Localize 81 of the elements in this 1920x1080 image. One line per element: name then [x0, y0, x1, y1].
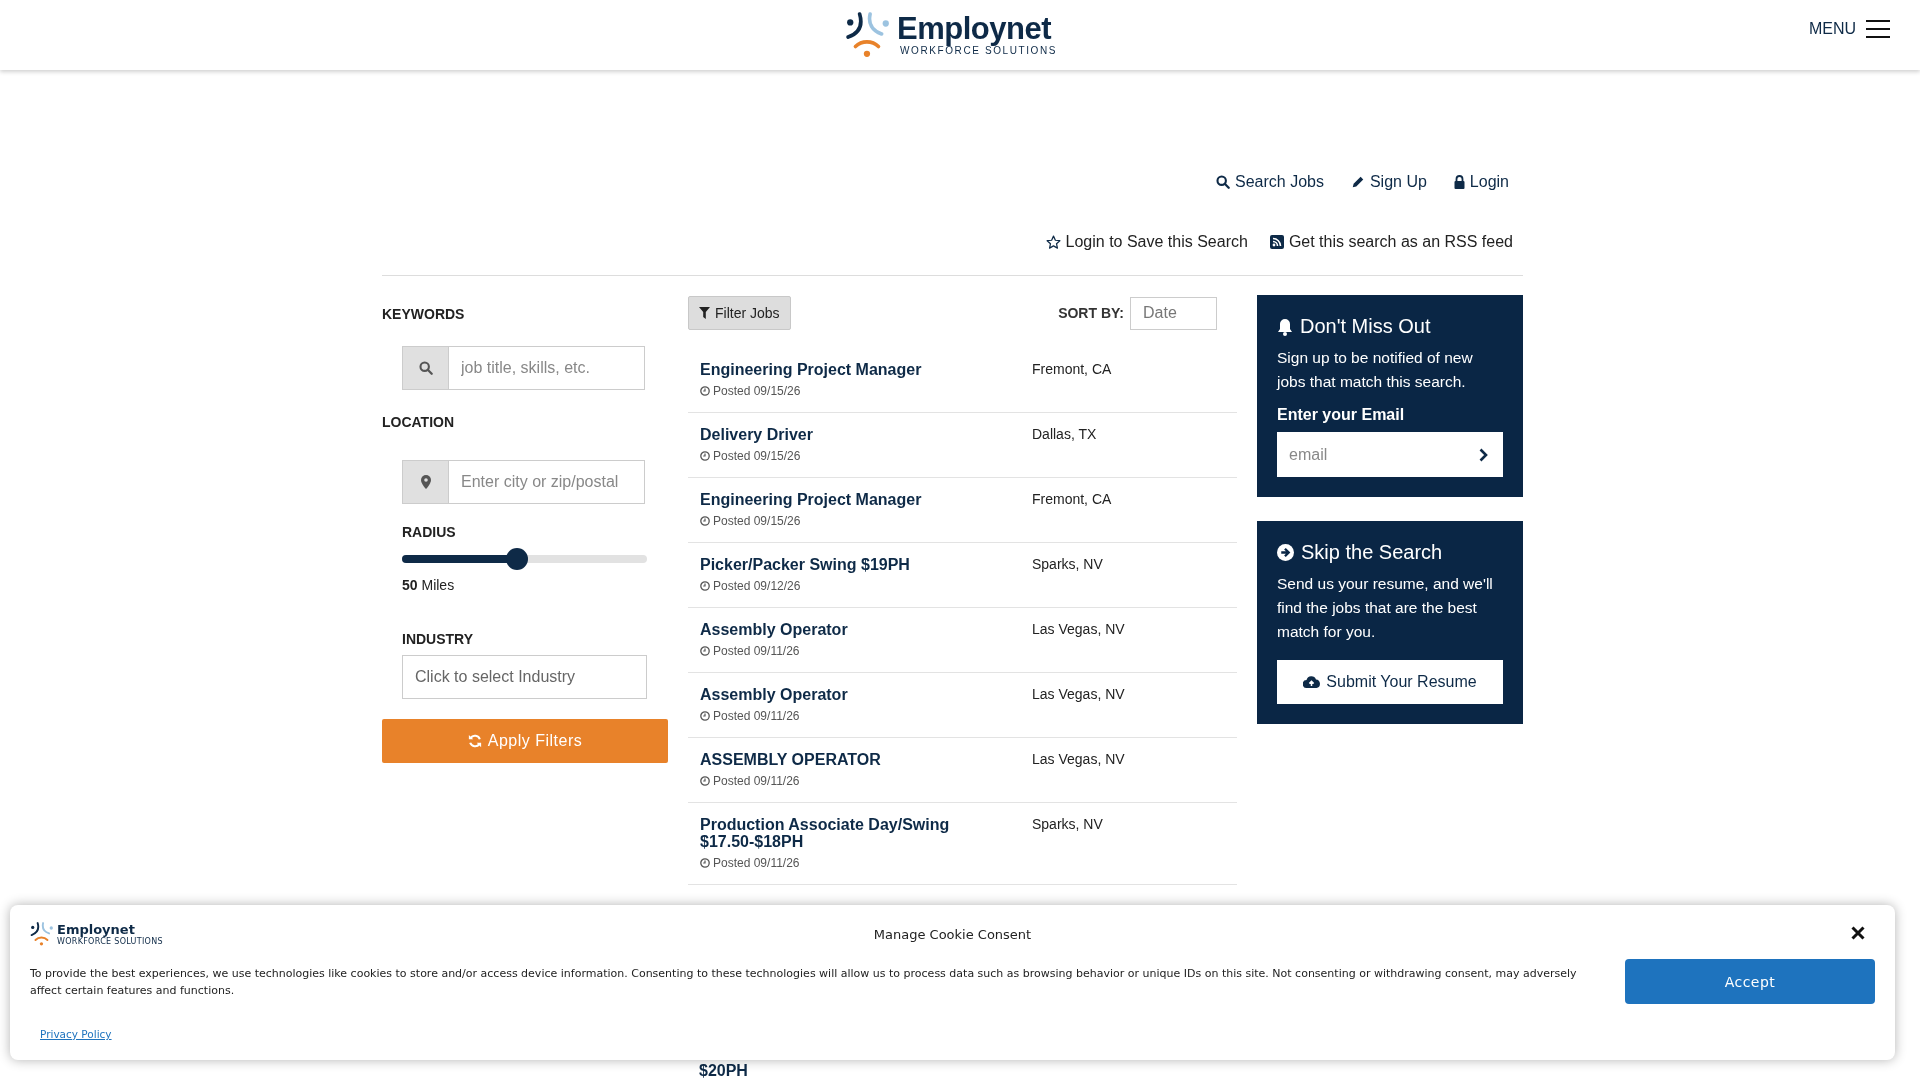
keywords-field[interactable]: job title, skills, etc. [402, 346, 645, 390]
job-title[interactable]: Assembly Operator [700, 621, 1000, 638]
logo-icon [30, 922, 54, 946]
posted-date: Posted 09/12/26 [700, 579, 1032, 593]
rss-feed-link[interactable]: Get this search as an RSS feed [1269, 233, 1513, 251]
job-location: Fremont, CA [1032, 491, 1113, 509]
panel-title: Skip the Search [1301, 541, 1443, 564]
keywords-label: KEYWORDS [382, 306, 466, 322]
job-location: Dallas, TX [1032, 426, 1098, 444]
job-title[interactable]: Delivery Driver [700, 426, 1000, 443]
panel-title: Don't Miss Out [1300, 315, 1431, 338]
radius-label: RADIUS [402, 524, 457, 540]
posted-date: Posted 09/11/26 [700, 774, 1032, 788]
chevron-right-icon [1478, 447, 1488, 462]
star-icon [1045, 234, 1061, 250]
menu-icon [1866, 20, 1890, 38]
close-icon [1851, 925, 1865, 940]
job-location: Las Vegas, NV [1032, 751, 1126, 769]
rss-icon [1269, 235, 1284, 249]
job-title[interactable]: Assembly Operator [700, 686, 1000, 703]
privacy-policy-link[interactable]: Privacy Policy [40, 1028, 112, 1040]
job-title[interactable]: ASSEMBLY OPERATOR [700, 751, 1000, 768]
job-location: Sparks, NV [1032, 556, 1104, 574]
nav-link[interactable]: Login [1453, 173, 1509, 191]
job-location: Fremont, CA [1032, 361, 1113, 379]
job-title[interactable]: Picker/Packer Swing $19PH [700, 556, 1000, 573]
pencil-icon [1350, 175, 1365, 189]
clock-icon [700, 776, 710, 786]
clock-icon [700, 516, 710, 526]
job-title[interactable]: Engineering Project Manager [700, 361, 1000, 378]
panel-text: Sign up to be notified of new jobs that match this search. [1277, 348, 1474, 392]
job-location: Las Vegas, NV [1032, 621, 1126, 639]
search-icon [418, 361, 433, 375]
posted-date: Posted 09/11/26 [700, 644, 1032, 658]
filter-jobs-button[interactable]: Filter Jobs [688, 296, 791, 330]
clock-icon [700, 711, 710, 721]
posted-date: Posted 09/15/26 [700, 449, 1032, 463]
logo-tagline: WORKFORCE SOLUTIONS [57, 936, 163, 946]
logo-icon [845, 12, 891, 58]
menu-button[interactable]: MENU [1808, 20, 1890, 38]
posted-date: Posted 09/11/26 [700, 709, 1032, 723]
arrow-circle-icon [1277, 544, 1294, 561]
job-title[interactable]: Engineering Project Manager [700, 491, 1000, 508]
clock-icon [700, 646, 710, 656]
posted-date: Posted 09/15/26 [700, 384, 1032, 398]
nav-link[interactable]: Search Jobs [1216, 173, 1324, 191]
sort-select[interactable]: Date [1130, 296, 1217, 330]
posted-date: Posted 09/15/26 [700, 514, 1032, 528]
bell-icon [1277, 317, 1293, 336]
funnel-icon [699, 307, 710, 319]
clock-icon [700, 858, 710, 868]
job-location: Las Vegas, NV [1032, 686, 1126, 704]
cookie-title: Manage Cookie Consent [873, 926, 1032, 942]
panel-text: Send us your resume, and we'll find the jobs that are the best match for you. [1277, 574, 1494, 642]
industry-select[interactable]: Click to select Industry [402, 655, 647, 699]
industry-label: INDUSTRY [402, 631, 475, 647]
posted-date: Posted 09/11/26 [700, 856, 1032, 870]
clock-icon [700, 581, 710, 591]
submit-resume-button[interactable]: Submit Your Resume [1277, 660, 1503, 704]
clock-icon [700, 386, 710, 396]
location-field[interactable]: Enter city or zip/postal [402, 460, 645, 504]
location-label: LOCATION [382, 414, 456, 430]
job-title[interactable]: $20PH [699, 1062, 748, 1079]
email-label: Enter your Email [1277, 406, 1406, 424]
job-location: Sparks, NV [1032, 816, 1104, 834]
accept-button[interactable]: Accept [1625, 959, 1875, 1004]
lock-icon [1453, 175, 1465, 189]
radius-reading: 50 Miles [402, 577, 456, 593]
job-title[interactable]: Production Associate Day/Swing $17.50-$18PH [700, 816, 1000, 850]
sort-label: SORT BY: [1058, 305, 1124, 321]
clock-icon [700, 451, 710, 461]
nav-link[interactable]: Sign Up [1350, 173, 1427, 191]
radius-slider[interactable] [402, 548, 647, 570]
map-pin-icon [420, 475, 431, 489]
logo-tagline: WORKFORCE SOLUTIONS [900, 45, 1058, 57]
refresh-icon [467, 734, 482, 748]
cloud-upload-icon [1303, 676, 1321, 688]
save-search-link[interactable]: Login to Save this Search [1045, 233, 1248, 251]
search-icon [1216, 175, 1230, 189]
logo-wordmark: Employnet [57, 922, 136, 937]
cookie-text: To provide the best experiences, we use technologies like cookies to store and/or access device information. Consenting to these technologies will allow us to process data such as browsing behavior or unique IDs on this site. Not consenting or withdrawing consent, may adversely affect certain features and functions. [30, 965, 1578, 999]
